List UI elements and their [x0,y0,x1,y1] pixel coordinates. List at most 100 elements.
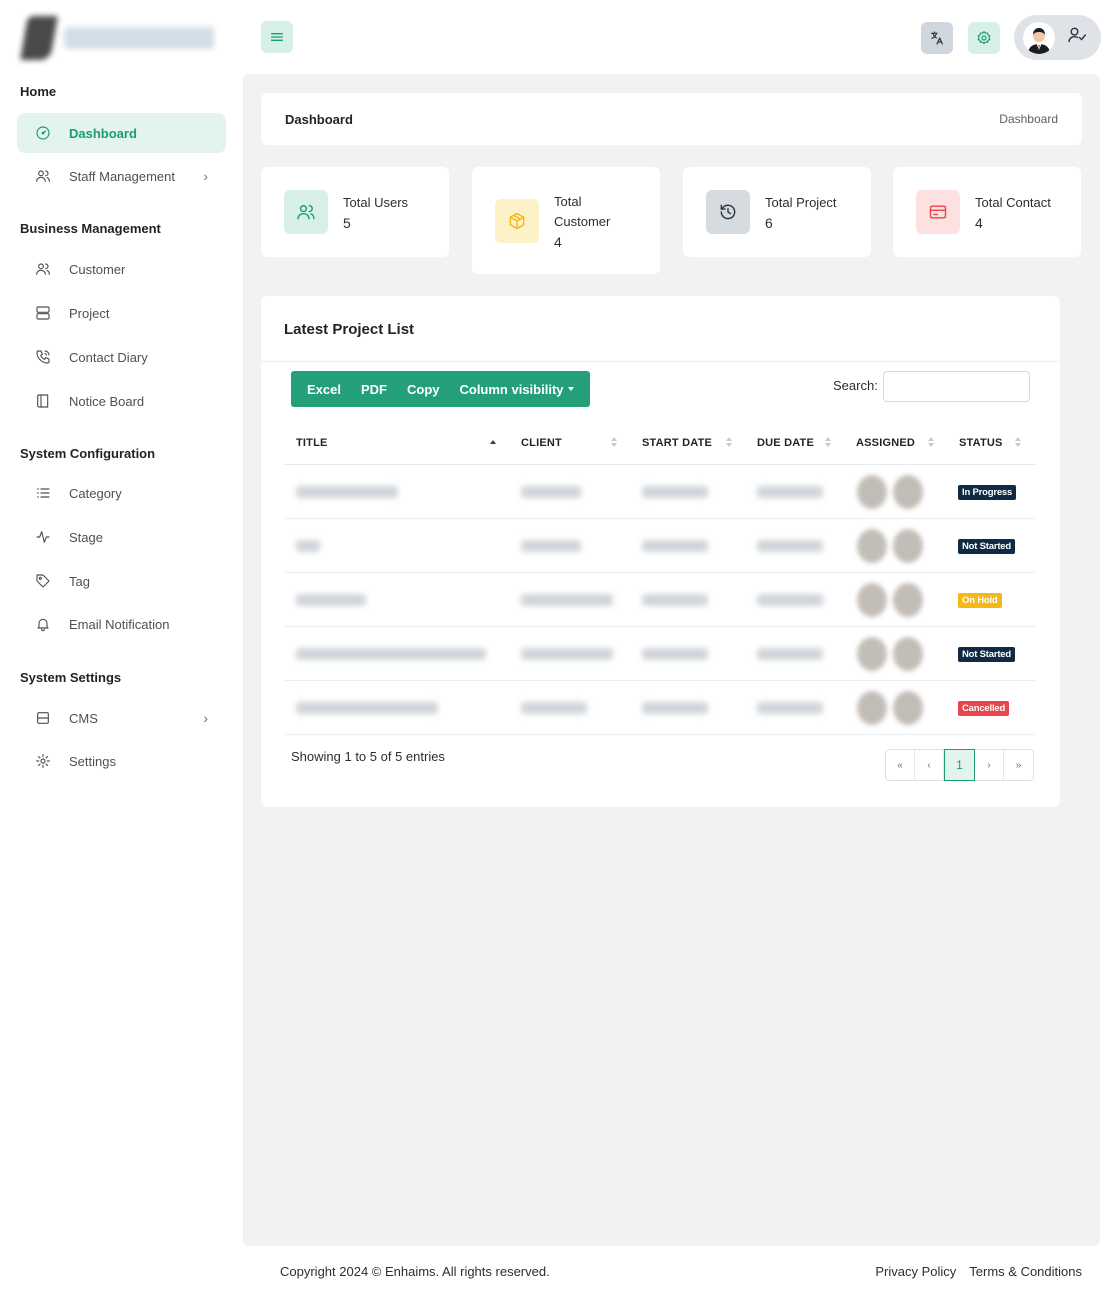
user-avatar-icon [1028,27,1050,54]
activity-icon [34,528,52,546]
blurred-start-date [642,486,708,498]
first-page-button[interactable]: « [886,750,915,780]
nav-section-business-management: Business Management [20,221,161,236]
entries-info: Showing 1 to 5 of 5 entries [291,749,445,764]
sidebar-item-settings[interactable]: Settings [17,741,226,781]
sidebar-item-cms[interactable]: CMS › [17,698,226,738]
blurred-due-date [757,540,823,552]
sidebar-item-label: Category [69,485,122,501]
sidebar-item-email-notification[interactable]: Email Notification [17,604,226,644]
profile-menu[interactable] [1014,15,1101,60]
column-header-due-date[interactable]: DUE DATE [757,421,814,465]
pagination: « ‹ 1 › » [885,749,1034,781]
stat-card-total-contact[interactable]: Total Contact 4 [893,167,1081,257]
phone-icon [34,348,52,366]
sidebar-item-dashboard[interactable]: Dashboard [17,113,226,153]
column-header-start-date[interactable]: START DATE [642,421,712,465]
sidebar-item-customer[interactable]: Customer [17,249,226,289]
sort-icon [610,434,617,450]
gauge-icon [34,124,52,142]
logo-wordmark [64,27,214,49]
table-row[interactable]: Cancelled [284,681,1036,735]
column-label: STATUS [959,437,1003,449]
stat-value: 5 [343,215,351,231]
bell-icon [34,615,52,633]
status-badge: On Hold [958,593,1002,608]
column-header-assigned[interactable]: ASSIGNED [856,421,915,465]
next-page-button[interactable]: › [975,750,1004,780]
avatar [893,529,923,563]
chevron-right-icon: › [203,710,208,726]
table-row[interactable]: On Hold [284,573,1036,627]
sidebar-item-stage[interactable]: Stage [17,517,226,557]
avatar [857,475,887,509]
privacy-policy-link[interactable]: Privacy Policy [875,1264,956,1279]
terms-conditions-link[interactable]: Terms & Conditions [969,1264,1082,1279]
sidebar-item-tag[interactable]: Tag [17,561,226,601]
box-icon [495,198,539,243]
table-row[interactable]: In Progress [284,465,1036,519]
search-input[interactable] [883,371,1030,402]
settings-button[interactable] [968,22,1000,54]
status-badge: In Progress [958,485,1017,500]
pdf-button[interactable]: PDF [351,371,397,407]
table-header: TITLE CLIENT START DATE DUE DATE ASSIGNE… [284,421,1036,465]
sidebar-item-label: Contact Diary [69,349,148,365]
blurred-client [521,594,613,606]
sidebar-item-label: Email Notification [69,616,170,632]
stat-value: 4 [554,233,562,250]
users-icon [284,190,328,234]
avatar [893,475,923,509]
card-icon [916,190,960,234]
column-visibility-button[interactable]: Column visibility [449,371,583,407]
blurred-start-date [642,702,708,714]
table-row[interactable]: Not Started [284,519,1036,573]
language-button[interactable] [921,22,953,54]
sidebar: Home Dashboard Staff Management › Busine… [0,0,243,1302]
book-icon [34,392,52,410]
excel-button[interactable]: Excel [297,371,351,407]
stat-label: Total Project [765,195,837,210]
column-header-client[interactable]: CLIENT [521,421,562,465]
nav-section-system-configuration: System Configuration [20,446,156,461]
avatar [857,637,887,671]
prev-page-button[interactable]: ‹ [915,750,944,780]
sidebar-item-category[interactable]: Category [17,473,226,513]
export-button-group: Excel PDF Copy Column visibility [291,371,590,407]
avatar [857,529,887,563]
server-icon [34,304,52,322]
menu-toggle-button[interactable] [261,21,293,53]
stat-card-total-project[interactable]: Total Project 6 [683,167,871,257]
avatar [893,637,923,671]
chevron-right-icon: › [203,168,208,184]
table-row[interactable]: Not Started [284,627,1036,681]
page-1-button[interactable]: 1 [944,749,975,781]
sidebar-item-project[interactable]: Project [17,293,226,333]
layout-icon [34,709,52,727]
column-label: DUE DATE [757,437,815,449]
breadcrumb-current[interactable]: Dashboard [999,112,1058,126]
last-page-button[interactable]: » [1004,750,1033,780]
menu-icon [271,33,283,41]
stat-card-total-customer[interactable]: Total Customer 4 [472,167,660,274]
column-header-title[interactable]: TITLE [296,421,328,465]
main-content: Dashboard Dashboard Total Users 5 Total … [243,74,1100,1246]
stat-card-total-users[interactable]: Total Users 5 [261,167,449,257]
gear-icon [34,752,52,770]
sidebar-item-staff-management[interactable]: Staff Management › [17,156,226,196]
sort-icon [1014,434,1021,450]
sidebar-item-contact-diary[interactable]: Contact Diary [17,337,226,377]
blurred-title [296,594,366,606]
sidebar-item-label: Staff Management [69,168,175,184]
brand-logo[interactable] [20,14,219,62]
logo-mark [20,16,58,60]
blurred-client [521,486,581,498]
sidebar-item-notice-board[interactable]: Notice Board [17,381,226,421]
blurred-due-date [757,648,823,660]
list-icon [34,484,52,502]
copy-button[interactable]: Copy [397,371,450,407]
column-label: ASSIGNED [856,437,916,449]
blurred-client [521,540,581,552]
column-header-status[interactable]: STATUS [959,421,1003,465]
sidebar-item-label: Project [69,305,110,321]
